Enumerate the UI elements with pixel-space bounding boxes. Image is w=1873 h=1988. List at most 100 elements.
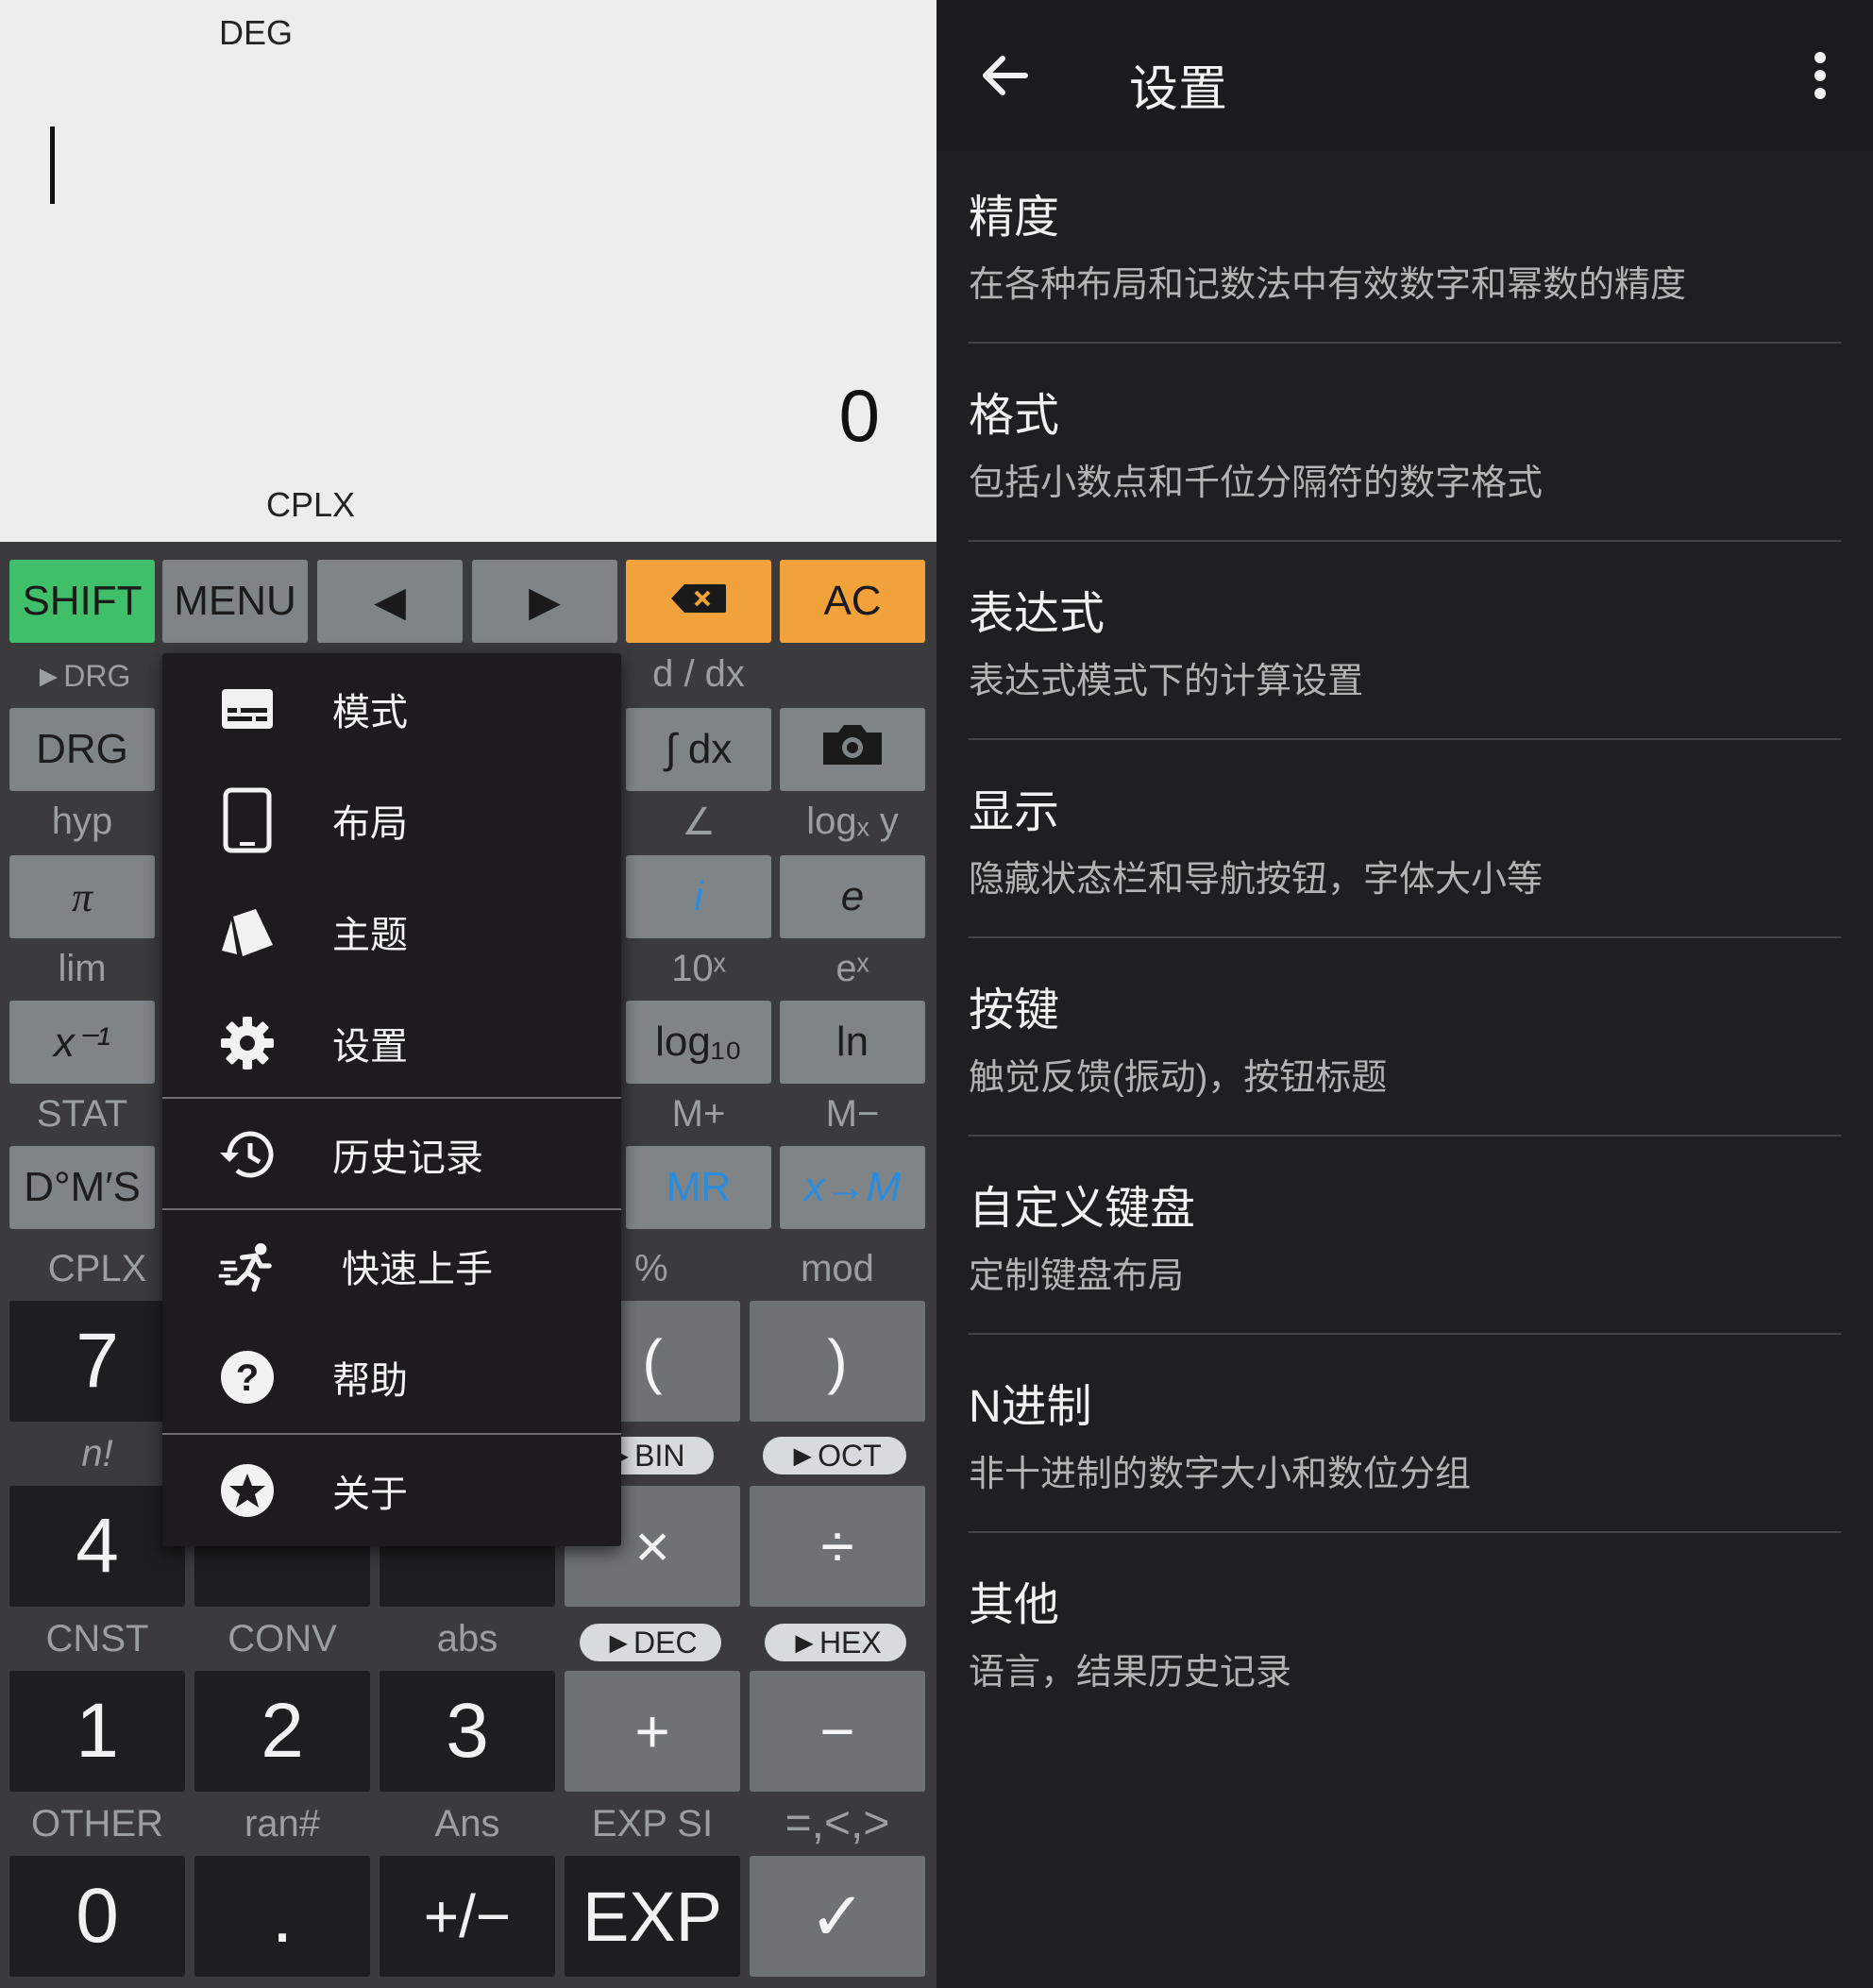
memory-recall-button[interactable]: MR — [626, 1146, 771, 1229]
settings-item-subtitle: 在各种布局和记数法中有效数字和幂数的精度 — [969, 265, 1687, 305]
result-value: 0 — [838, 374, 880, 457]
label-constants: CNST — [45, 1618, 149, 1659]
menu-item-label: 帮助 — [332, 1360, 408, 1402]
shift-button[interactable]: SHIFT — [9, 560, 155, 643]
more-vert-icon[interactable] — [1813, 51, 1828, 105]
complex-indicator: CPLX — [266, 485, 356, 524]
settings-item-title: N进制 — [969, 1382, 1092, 1432]
decimal-point-button[interactable]: . — [194, 1856, 370, 1977]
settings-panel: 设置 精度 在各种布局和记数法中有效数字和幂数的精度 格式 包括小数点和千位分隔… — [936, 0, 1873, 1988]
ln-button[interactable]: ln — [780, 1001, 925, 1084]
euler-e-button[interactable]: e — [780, 855, 925, 938]
settings-item-title: 显示 — [969, 787, 1060, 837]
imaginary-unit-button[interactable]: i — [626, 855, 771, 938]
settings-item-title: 表达式 — [969, 589, 1105, 639]
to-hex-button[interactable]: ►HEX — [765, 1624, 906, 1661]
camera-icon — [819, 723, 886, 777]
drg-button[interactable]: DRG — [9, 708, 155, 791]
label-random: ran# — [244, 1803, 321, 1845]
digit-3-button[interactable]: 3 — [380, 1671, 555, 1792]
overflow-menu: 模式 布局 主题 设置 历史记录 快速上手 ? 帮助 关于 — [162, 653, 621, 1546]
label-memory-plus: M+ — [671, 1093, 726, 1135]
settings-item-subtitle: 定制键盘布局 — [969, 1256, 1185, 1296]
label-log-base: logₓ y — [806, 800, 899, 842]
menu-item-about[interactable]: 关于 — [162, 1435, 621, 1546]
settings-item-precision[interactable]: 精度 在各种布局和记数法中有效数字和幂数的精度 — [969, 145, 1841, 344]
help-icon: ? — [217, 1347, 278, 1407]
divide-button[interactable]: ÷ — [750, 1486, 925, 1607]
settings-item-format[interactable]: 格式 包括小数点和千位分隔符的数字格式 — [969, 344, 1841, 542]
label-mod: mod — [801, 1248, 874, 1289]
menu-item-settings[interactable]: 设置 — [162, 987, 621, 1099]
settings-item-other[interactable]: 其他 语言，结果历史记录 — [969, 1533, 1841, 1731]
to-decimal-button[interactable]: ►DEC — [580, 1624, 721, 1661]
label-exp-power: eˣ — [835, 948, 869, 989]
label-lim: lim — [58, 948, 107, 989]
label-memory-minus: M− — [825, 1093, 880, 1135]
label-comparison: =,<,> — [785, 1798, 890, 1848]
text-cursor — [50, 126, 55, 204]
digit-2-button[interactable]: 2 — [194, 1671, 370, 1792]
gear-icon — [217, 1013, 278, 1073]
digit-1-button[interactable]: 1 — [9, 1671, 185, 1792]
star-icon — [217, 1460, 278, 1521]
settings-item-display[interactable]: 显示 隐藏状态栏和导航按钮，字体大小等 — [969, 740, 1841, 938]
label-exp-si: EXP SI — [591, 1803, 714, 1845]
menu-item-label: 设置 — [332, 1026, 408, 1068]
menu-item-label: 快速上手 — [342, 1249, 493, 1290]
cards-icon — [217, 901, 278, 962]
label-answer: Ans — [434, 1803, 500, 1845]
label-angle: ∠ — [682, 801, 716, 843]
inverse-button[interactable]: x⁻¹ — [9, 1001, 155, 1084]
camera-button[interactable] — [780, 708, 925, 791]
backspace-button[interactable] — [626, 560, 771, 643]
exponent-button[interactable]: EXP — [565, 1856, 740, 1977]
app-bar: 设置 — [936, 0, 1873, 151]
menu-item-layout[interactable]: 布局 — [162, 765, 621, 876]
dms-button[interactable]: D°M′S — [9, 1146, 155, 1229]
cursor-left-button[interactable]: ◀ — [317, 560, 463, 643]
menu-item-help[interactable]: ? 帮助 — [162, 1322, 621, 1433]
store-memory-button[interactable]: x→M — [780, 1146, 925, 1229]
pi-button[interactable]: π — [9, 855, 155, 938]
settings-item-title: 格式 — [969, 391, 1060, 441]
settings-item-keys[interactable]: 按键 触觉反馈(振动)，按钮标题 — [969, 938, 1841, 1137]
to-octal-button[interactable]: ►OCT — [763, 1437, 906, 1474]
digit-4-button[interactable]: 4 — [9, 1486, 185, 1607]
subtitles-icon — [217, 679, 278, 739]
right-paren-button[interactable]: ) — [750, 1301, 925, 1422]
tablet-icon — [217, 787, 278, 853]
menu-item-label: 历史记录 — [332, 1137, 483, 1179]
digit-7-button[interactable]: 7 — [9, 1301, 185, 1422]
digit-0-button[interactable]: 0 — [9, 1856, 185, 1977]
plus-button[interactable]: + — [565, 1671, 740, 1792]
label-factorial: n! — [81, 1433, 113, 1474]
label-conversions: CONV — [228, 1618, 337, 1659]
settings-item-expression[interactable]: 表达式 表达式模式下的计算设置 — [969, 542, 1841, 740]
label-abs: abs — [436, 1618, 498, 1659]
equals-button[interactable]: ✓ — [750, 1856, 925, 1977]
minus-button[interactable]: − — [750, 1671, 925, 1792]
log10-button[interactable]: log₁₀ — [626, 1001, 771, 1084]
label-hyp: hyp — [51, 800, 113, 842]
settings-item-custom-keyboard[interactable]: 自定义键盘 定制键盘布局 — [969, 1137, 1841, 1335]
menu-item-history[interactable]: 历史记录 — [162, 1099, 621, 1210]
history-icon — [217, 1124, 278, 1185]
menu-item-theme[interactable]: 主题 — [162, 876, 621, 987]
menu-button[interactable]: MENU — [162, 560, 308, 643]
menu-item-label: 布局 — [332, 803, 408, 845]
integral-button[interactable]: ∫ dx — [626, 708, 771, 791]
settings-item-subtitle: 语言，结果历史记录 — [969, 1653, 1292, 1693]
cursor-right-button[interactable]: ▶ — [472, 560, 617, 643]
negate-button[interactable]: +/− — [380, 1856, 555, 1977]
label-derivative: d / dx — [652, 653, 745, 695]
menu-item-mode[interactable]: 模式 — [162, 653, 621, 765]
settings-item-title: 自定义键盘 — [969, 1184, 1196, 1234]
calculator-display[interactable]: DEG 0 CPLX — [0, 0, 936, 542]
settings-item-number-base[interactable]: N进制 非十进制的数字大小和数位分组 — [969, 1335, 1841, 1533]
menu-item-label: 模式 — [332, 692, 408, 733]
all-clear-button[interactable]: AC — [780, 560, 925, 643]
menu-item-quick-start[interactable]: 快速上手 — [162, 1210, 621, 1322]
settings-item-subtitle: 触觉反馈(振动)，按钮标题 — [969, 1058, 1388, 1098]
back-arrow-icon[interactable] — [978, 49, 1031, 107]
